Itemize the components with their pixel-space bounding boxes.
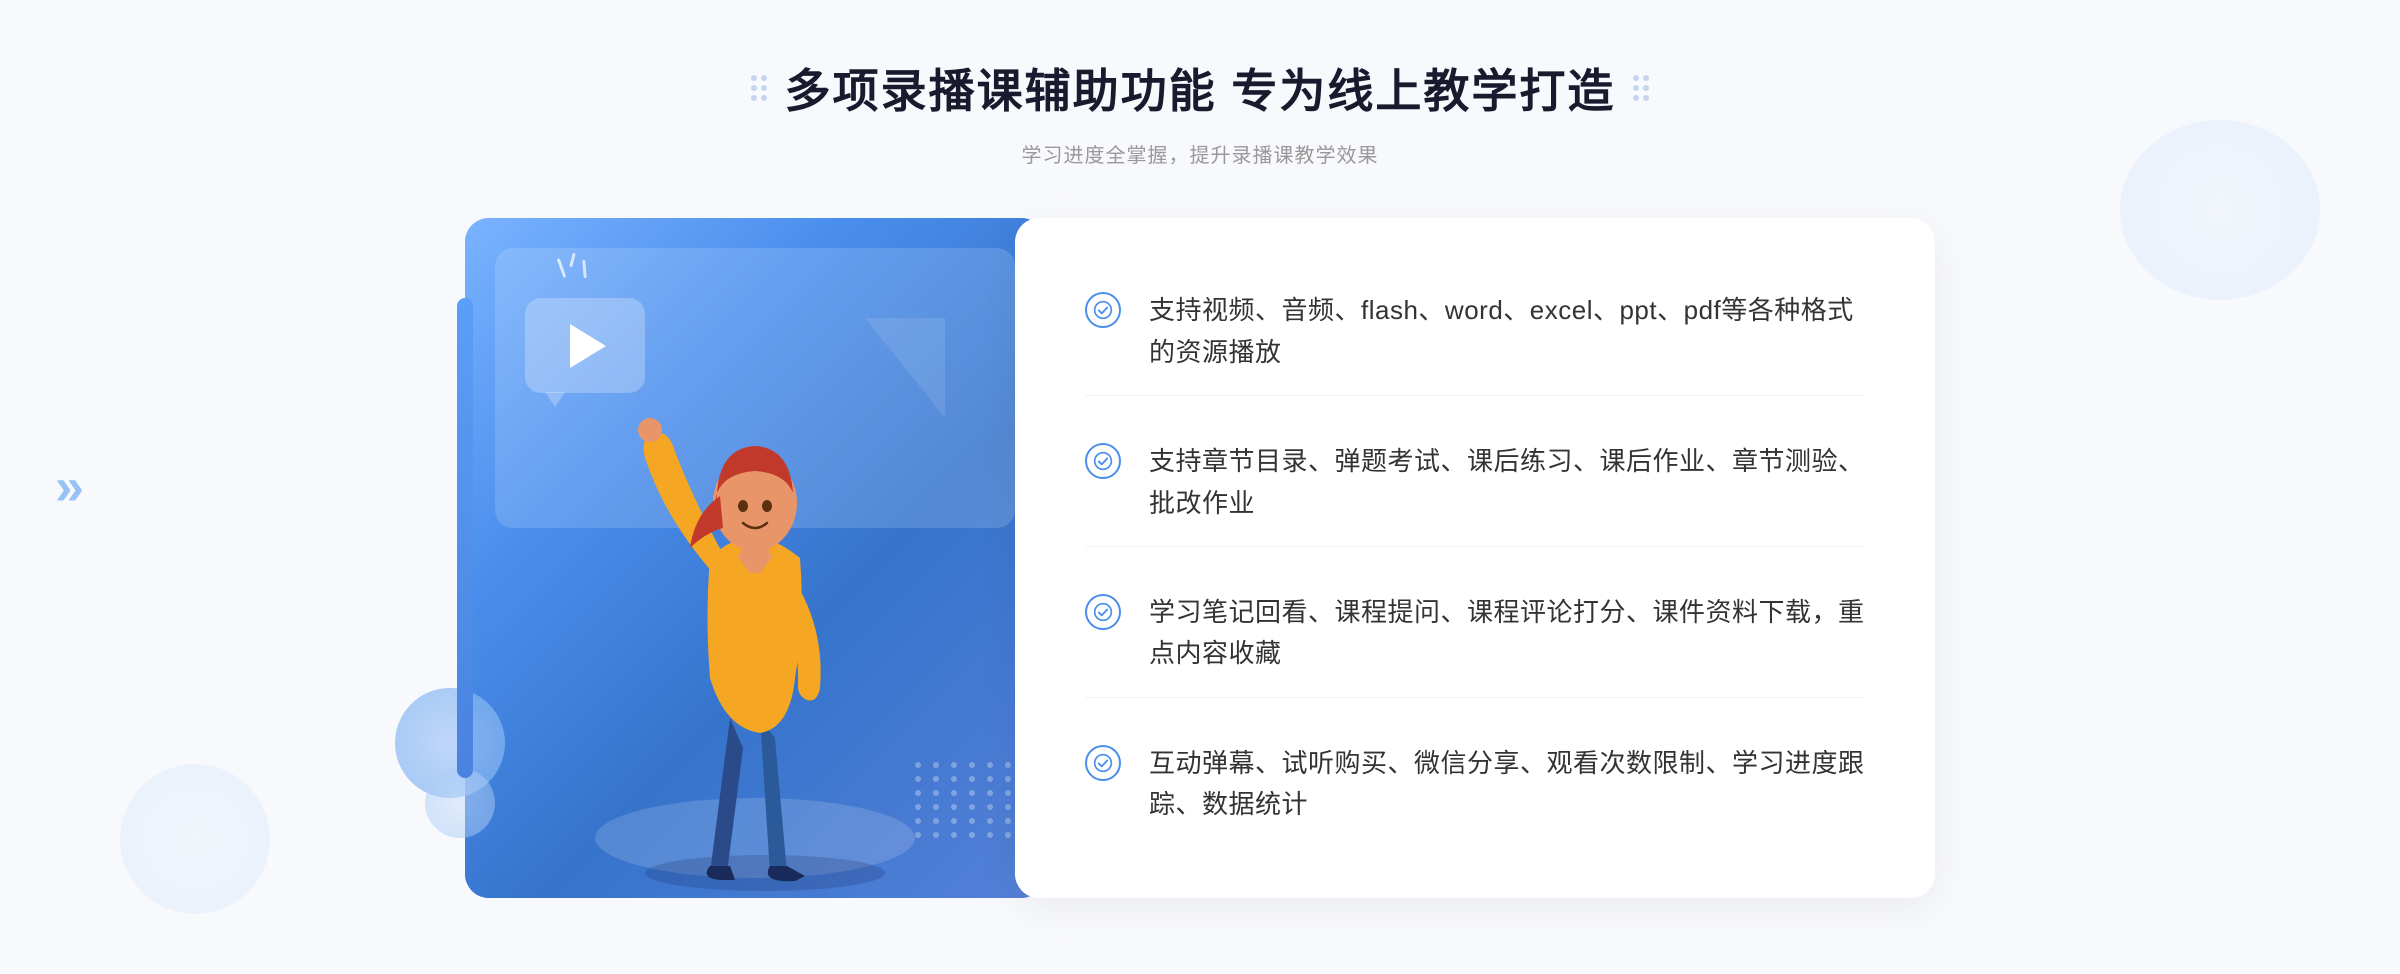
- left-decor-dots-icon: [751, 75, 767, 101]
- content-panel: 支持视频、音频、flash、word、excel、ppt、pdf等各种格式的资源…: [1015, 218, 1935, 898]
- main-content: 支持视频、音频、flash、word、excel、ppt、pdf等各种格式的资源…: [400, 218, 2000, 898]
- left-arrow-decoration: »: [55, 457, 84, 517]
- feature-item-4: 互动弹幕、试听购买、微信分享、观看次数限制、学习进度跟踪、数据统计: [1085, 721, 1865, 848]
- bg-decoration-2: [120, 764, 270, 914]
- feature-item-2: 支持章节目录、弹题考试、课后练习、课后作业、章节测验、批改作业: [1085, 419, 1865, 547]
- check-svg-1: [1093, 300, 1113, 320]
- page-container: » 多项录播课辅助功能 专为线上教学打造 学习进度全掌握，提升录播课教学效果: [0, 0, 2400, 974]
- feature-item-1: 支持视频、音频、flash、word、excel、ppt、pdf等各种格式的资源…: [1085, 268, 1865, 396]
- right-decor-dots-icon: [1633, 75, 1649, 101]
- check-svg-4: [1093, 753, 1113, 773]
- bg-decoration-1: [2120, 120, 2320, 300]
- person-figure-illustration: [565, 318, 945, 898]
- circle-decoration-2: [425, 768, 495, 838]
- check-svg-2: [1093, 451, 1113, 471]
- check-circle-icon-4: [1085, 745, 1121, 781]
- check-circle-icon-1: [1085, 292, 1121, 328]
- page-subtitle: 学习进度全掌握，提升录播课教学效果: [751, 139, 1650, 168]
- feature-text-2: 支持章节目录、弹题考试、课后练习、课后作业、章节测验、批改作业: [1149, 441, 1865, 524]
- page-title: 多项录播课辅助功能 专为线上教学打造: [785, 55, 1616, 121]
- feature-text-3: 学习笔记回看、课程提问、课程评论打分、课件资料下载，重点内容收藏: [1149, 592, 1865, 675]
- check-svg-3: [1093, 602, 1113, 622]
- header-section: 多项录播课辅助功能 专为线上教学打造 学习进度全掌握，提升录播课教学效果: [751, 55, 1650, 168]
- vertical-blue-bar: [457, 298, 473, 778]
- feature-text-1: 支持视频、音频、flash、word、excel、ppt、pdf等各种格式的资源…: [1149, 290, 1865, 373]
- check-circle-icon-3: [1085, 594, 1121, 630]
- feature-item-3: 学习笔记回看、课程提问、课程评论打分、课件资料下载，重点内容收藏: [1085, 570, 1865, 698]
- illustration-card: [465, 218, 1045, 898]
- header-title-row: 多项录播课辅助功能 专为线上教学打造: [751, 55, 1650, 121]
- feature-text-4: 互动弹幕、试听购买、微信分享、观看次数限制、学习进度跟踪、数据统计: [1149, 743, 1865, 826]
- check-circle-icon-2: [1085, 443, 1121, 479]
